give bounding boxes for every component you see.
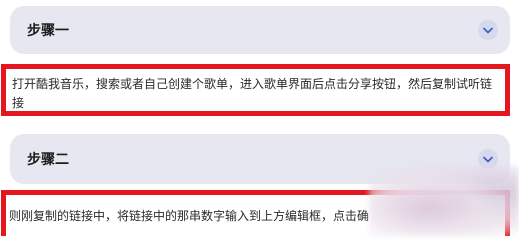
step1-content-highlight: 打开酷我音乐，搜索或者自己创建个歌单，进入歌单界面后点击分享按钮，然后复制试听链…: [1, 64, 510, 116]
step2-accordion-header[interactable]: 步骤二: [10, 134, 510, 184]
step2-title: 步骤二: [27, 152, 69, 168]
chevron-down-icon[interactable]: [478, 149, 498, 169]
step1-accordion-header[interactable]: 步骤一: [10, 6, 510, 54]
chevron-down-icon[interactable]: [478, 20, 498, 40]
step2-instruction-line1: 则刚复制的链接中，将链接中的那串数字输入到上方编辑框，点击确: [9, 209, 370, 223]
step1-instruction-line1: 打开酷我音乐，搜索或者自己创建个歌单，进入歌单界面后点击分享按钮，然后复制试听链: [12, 77, 493, 91]
step1-title: 步骤一: [27, 23, 69, 39]
step2-content-highlight: 则刚复制的链接中，将链接中的那串数字输入到上方编辑框，点击确: [1, 190, 510, 236]
step1-instruction-line2: 接: [12, 96, 25, 110]
